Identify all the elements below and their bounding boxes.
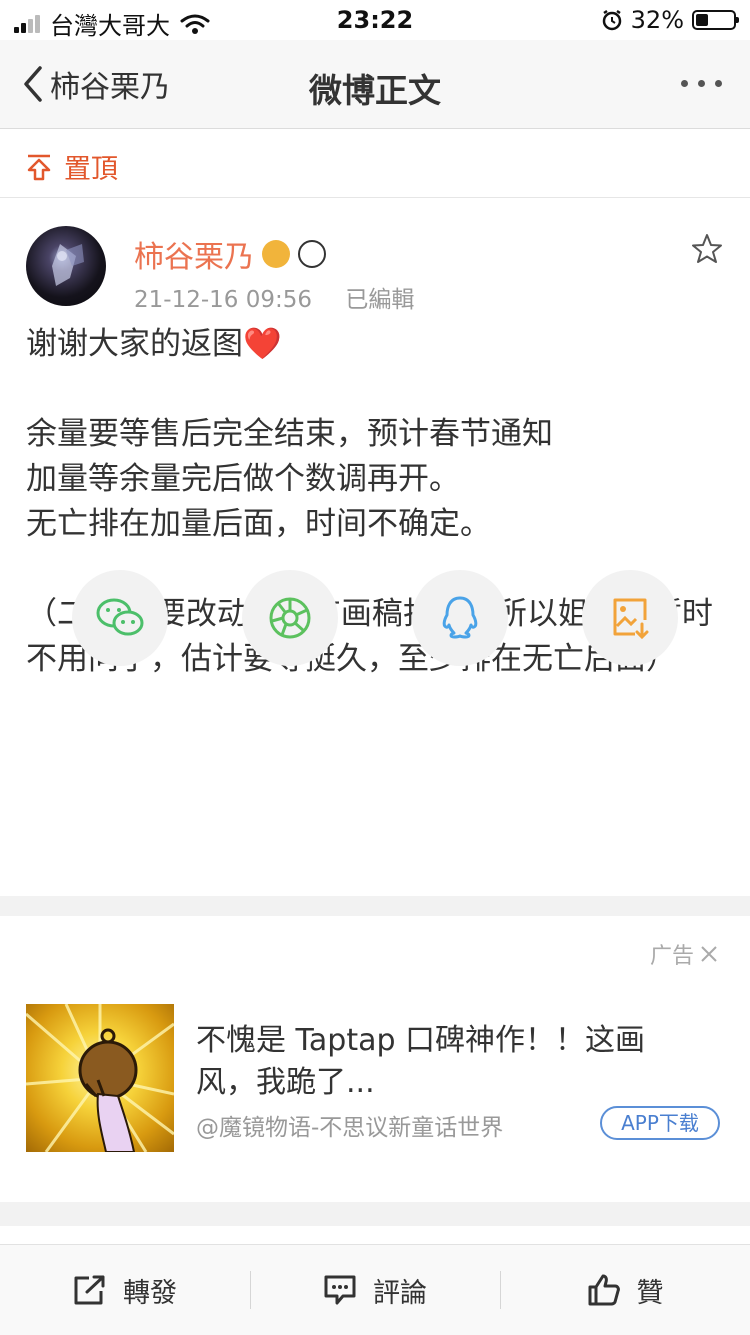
ad-illustration bbox=[26, 1004, 174, 1152]
status-bar: 台灣大哥大 23:22 32% bbox=[0, 0, 750, 40]
qq-icon bbox=[442, 596, 478, 639]
post-timestamp: 21-12-16 09:56 bbox=[134, 287, 312, 313]
pinned-bar: 置頂 bbox=[0, 129, 750, 198]
share-moments-button[interactable] bbox=[242, 570, 338, 666]
pinned-indicator: 置頂 bbox=[26, 147, 118, 186]
moments-icon bbox=[269, 597, 311, 639]
dot-icon bbox=[681, 80, 688, 87]
avatar[interactable] bbox=[26, 226, 106, 306]
section-divider bbox=[0, 1202, 750, 1226]
share-wechat-button[interactable] bbox=[72, 570, 168, 666]
dot-icon bbox=[715, 80, 722, 87]
like-button[interactable]: 贊 bbox=[500, 1245, 750, 1335]
post-paragraph: 谢谢大家的返图❤️ bbox=[26, 326, 282, 362]
author-name[interactable]: 柿谷栗乃 bbox=[134, 232, 326, 276]
crown-badge-icon bbox=[262, 240, 290, 268]
comment-button[interactable]: 評論 bbox=[250, 1245, 500, 1335]
pinned-label: 置頂 bbox=[64, 154, 118, 185]
close-icon bbox=[701, 946, 717, 962]
post-paragraph: 余量要等售后完全结束，预计春节通知 加量等余量完后做个数调再开。 无亡排在加量后… bbox=[26, 416, 553, 542]
repost-label: 轉發 bbox=[123, 1277, 177, 1309]
section-divider bbox=[0, 896, 750, 916]
share-row bbox=[0, 570, 750, 666]
thumbs-up-icon bbox=[588, 1274, 620, 1306]
nav-bar: 柿谷栗乃 微博正文 bbox=[0, 40, 750, 129]
repost-button[interactable]: 轉發 bbox=[0, 1245, 250, 1335]
favorite-button[interactable] bbox=[690, 232, 724, 270]
panda-badge-icon bbox=[298, 240, 326, 268]
bottom-toolbar: 轉發 評論 贊 bbox=[0, 1244, 750, 1335]
avatar-artwork bbox=[52, 244, 84, 286]
ad-tag-label: 广告 bbox=[649, 944, 694, 969]
star-icon bbox=[692, 234, 722, 263]
ad-title[interactable]: 不愧是 Taptap 口碑神作！！这画风，我跪了... bbox=[196, 1020, 696, 1104]
wechat-icon bbox=[96, 598, 144, 636]
post-meta: 21-12-16 09:56 已編輯 bbox=[134, 280, 414, 314]
app-download-button[interactable]: APP下载 bbox=[600, 1106, 720, 1140]
ad-thumbnail[interactable] bbox=[26, 1004, 174, 1152]
share-qq-button[interactable] bbox=[412, 570, 508, 666]
comment-icon bbox=[324, 1275, 356, 1305]
like-label: 贊 bbox=[636, 1277, 664, 1309]
dot-icon bbox=[698, 80, 705, 87]
save-image-button[interactable] bbox=[582, 570, 678, 666]
repost-icon bbox=[74, 1275, 105, 1305]
author-name-text: 柿谷栗乃 bbox=[134, 240, 254, 275]
more-options-button[interactable] bbox=[671, 80, 722, 87]
alarm-icon bbox=[602, 9, 621, 31]
status-right: 32% bbox=[601, 6, 739, 34]
edited-label: 已編輯 bbox=[345, 287, 415, 313]
save-image-icon bbox=[613, 598, 649, 640]
paragraph-spacer bbox=[26, 367, 726, 412]
ad-card[interactable]: 广告 不愧是 Taptap 口碑神作！！这画风，我跪了... @魔镜物语-不思议… bbox=[0, 916, 750, 1202]
ad-close[interactable]: 广告 bbox=[650, 938, 720, 970]
page-title: 微博正文 bbox=[309, 71, 441, 110]
pin-top-icon bbox=[27, 154, 51, 180]
ad-source: @魔镜物语-不思议新童话世界 bbox=[196, 1115, 504, 1141]
battery-percent: 32% bbox=[630, 6, 684, 34]
comment-label: 評論 bbox=[373, 1277, 427, 1309]
battery-icon bbox=[692, 10, 739, 30]
